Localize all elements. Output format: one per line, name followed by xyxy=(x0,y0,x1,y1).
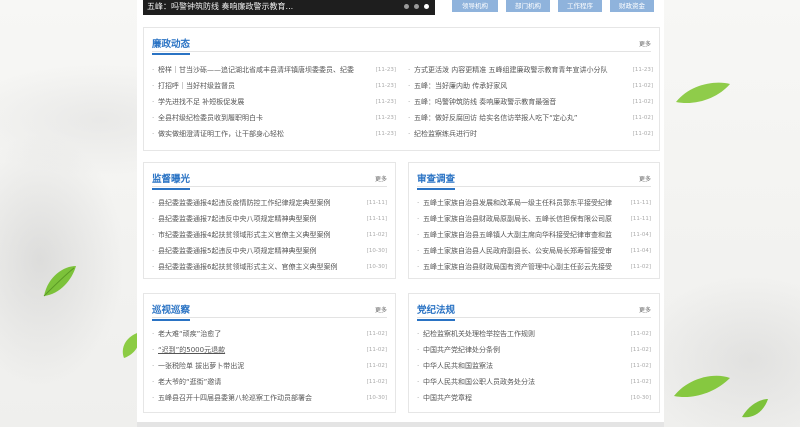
list-item[interactable]: · 县纪委监委通报6起扶贫领域形式主义、官僚主义典型案例 [10-30] xyxy=(152,259,387,275)
news-list-right: · 方式更活泼 内容更精准 五峰组建廉政警示教育青年宣讲小分队 [11-23] · 五… xyxy=(408,62,653,142)
list-item[interactable]: · 中国共产党纪律处分条例 [11-02] xyxy=(417,342,651,358)
list-item[interactable]: · 县纪委监委通报4起违反疫情防控工作纪律规定典型案例 [11-11] xyxy=(152,195,387,211)
more-link[interactable]: 更多 xyxy=(639,39,651,48)
list-item[interactable]: · 五峰土家族自治县发展和改革局一级主任科员郭东平接受纪律 [11-11] xyxy=(417,195,651,211)
leaf-decoration xyxy=(676,82,730,104)
list-item[interactable]: · 县纪委监委通报7起违反中央八项规定精神典型案例 [11-11] xyxy=(152,211,387,227)
list-item[interactable]: · 老大爷的“逛街”邀请 [11-02] xyxy=(152,374,387,390)
list-item[interactable]: · 五峰土家族自治县人民政府副县长、公安局局长郑寿智接受审 [11-04] xyxy=(417,243,651,259)
leaf-decoration xyxy=(674,375,730,398)
more-link[interactable]: 更多 xyxy=(639,305,651,314)
slider-dot[interactable] xyxy=(414,4,419,9)
panel-header: 党纪法规 更多 xyxy=(417,294,651,321)
panel-header: 巡视巡察 更多 xyxy=(152,294,387,321)
list-item[interactable]: · 五峰土家族自治县五峰镇人大副主席向华科接受纪律审查和监 [11-04] xyxy=(417,227,651,243)
leaf-decoration xyxy=(742,399,768,418)
list-item[interactable]: · 五峰：做好反腐回访 给实名信访举报人吃下“定心丸” [11-02] xyxy=(408,110,653,126)
list-item[interactable]: · 全县村级纪检委员收到履职明白卡 [11-23] xyxy=(152,110,396,126)
list-item[interactable]: · 五峰县召开十四届县委第八轮巡察工作动员部署会 [10-30] xyxy=(152,390,387,406)
news-list: · 五峰土家族自治县发展和改革局一级主任科员郭东平接受纪律 [11-11] · 五峰土… xyxy=(417,195,651,275)
list-item[interactable]: · 五峰：吗警钟筑防线 奏响廉政警示教育最强音 [11-02] xyxy=(408,94,653,110)
list-item[interactable]: · 老大难“顽疾”治愈了 [11-02] xyxy=(152,326,387,342)
list-item[interactable]: · 县纪委监委通报5起违反中央八项规定精神典型案例 [10-30] xyxy=(152,243,387,259)
panel-title: 巡视巡察 xyxy=(152,302,191,321)
panel-title: 党纪法规 xyxy=(417,302,456,321)
slider-dots xyxy=(404,4,429,9)
list-item[interactable]: · 方式更活泼 内容更精准 五峰组建廉政警示教育青年宣讲小分队 [11-23] xyxy=(408,62,653,78)
leaf-decoration xyxy=(43,266,76,297)
list-item[interactable]: · 中华人民共和国公职人员政务处分法 [11-02] xyxy=(417,374,651,390)
panel-lianzheng: 廉政动态 更多 · 榜样｜甘当沙砾——追记湖北省咸丰县清坪镇唐坝委委员、纪委 [11… xyxy=(143,27,660,151)
news-list: · 县纪委监委通报4起违反疫情防控工作纪律规定典型案例 [11-11] · 县纪委监委… xyxy=(152,195,387,275)
list-item[interactable]: · “迟到”的5000元退款 [11-02] xyxy=(152,342,387,358)
list-item[interactable]: · 打招呼｜当好村级监督员 [11-23] xyxy=(152,78,396,94)
panel-xunshi: 巡视巡察 更多 · 老大难“顽疾”治愈了 [11-02] · “迟到”的5000元退款… xyxy=(143,293,396,413)
list-item[interactable]: · 学先进找不足 补短板促发展 [11-23] xyxy=(152,94,396,110)
list-item[interactable]: · 一张税险单 拔出萝卜带出泥 [11-02] xyxy=(152,358,387,374)
more-link[interactable]: 更多 xyxy=(375,174,387,183)
panel-header: 监督曝光 更多 xyxy=(152,163,387,190)
quick-link-procedures[interactable]: 工作程序 xyxy=(558,0,602,12)
slider-dot-active[interactable] xyxy=(424,4,429,9)
panel-jiandu: 监督曝光 更多 · 县纪委监委通报4起违反疫情防控工作纪律规定典型案例 [11-11… xyxy=(143,162,396,279)
news-list-left: · 榜样｜甘当沙砾——追记湖北省咸丰县清坪镇唐坝委委员、纪委 [11-23] · 打招… xyxy=(152,62,396,142)
slider-caption[interactable]: 五峰：吗警钟筑防线 奏响廉政警示教育... xyxy=(147,1,397,12)
footer-divider xyxy=(137,422,664,427)
news-list: · 纪检监察机关处理检举控告工作规则 [11-02] · 中国共产党纪律处分条例 [11… xyxy=(417,326,651,406)
news-slider[interactable]: 五峰：吗警钟筑防线 奏响廉政警示教育... xyxy=(143,0,435,15)
more-link[interactable]: 更多 xyxy=(639,174,651,183)
list-item[interactable]: · 榜样｜甘当沙砾——追记湖北省咸丰县清坪镇唐坝委委员、纪委 [11-23] xyxy=(152,62,396,78)
quick-link-departments[interactable]: 部门机构 xyxy=(506,0,550,12)
panel-title: 审查调查 xyxy=(417,171,456,190)
quick-link-finance[interactable]: 财政资金 xyxy=(610,0,654,12)
panel-title: 廉政动态 xyxy=(152,36,191,55)
quick-links: 领导机构 部门机构 工作程序 财政资金 xyxy=(452,0,654,12)
list-item[interactable]: · 做实做细澄清证明工作，让干部身心轻松 [11-23] xyxy=(152,126,396,142)
quick-link-leadership[interactable]: 领导机构 xyxy=(452,0,498,12)
list-item[interactable]: · 五峰土家族自治县财政局国有资产管理中心副主任彭云先接受 [11-02] xyxy=(417,259,651,275)
list-item[interactable]: · 中华人民共和国监察法 [11-02] xyxy=(417,358,651,374)
list-item[interactable]: · 市纪委监委通报4起扶贫领域形式主义官僚主义典型案例 [11-02] xyxy=(152,227,387,243)
slider-dot[interactable] xyxy=(404,4,409,9)
panel-shencha: 审查调查 更多 · 五峰土家族自治县发展和改革局一级主任科员郭东平接受纪律 [11-… xyxy=(408,162,660,279)
list-item[interactable]: · 中国共产党章程 [10-30] xyxy=(417,390,651,406)
news-list: · 老大难“顽疾”治愈了 [11-02] · “迟到”的5000元退款 [11-02] … xyxy=(152,326,387,406)
more-link[interactable]: 更多 xyxy=(375,305,387,314)
list-item[interactable]: · 五峰土家族自治县财政局原副局长、五峰长信担保有限公司原 [11-11] xyxy=(417,211,651,227)
panel-dangji: 党纪法规 更多 · 纪检监察机关处理检举控告工作规则 [11-02] · 中国共产党纪… xyxy=(408,293,660,413)
panel-header: 廉政动态 更多 xyxy=(152,28,651,55)
panel-title: 监督曝光 xyxy=(152,171,191,190)
main-content: 五峰：吗警钟筑防线 奏响廉政警示教育... 领导机构 部门机构 工作程序 财政资… xyxy=(137,0,664,427)
list-item[interactable]: · 纪检监察练兵进行时 [11-02] xyxy=(408,126,653,142)
panel-header: 审查调查 更多 xyxy=(417,163,651,190)
list-item[interactable]: · 纪检监察机关处理检举控告工作规则 [11-02] xyxy=(417,326,651,342)
list-item[interactable]: · 五峰：当好廉内助 传承好家风 [11-02] xyxy=(408,78,653,94)
